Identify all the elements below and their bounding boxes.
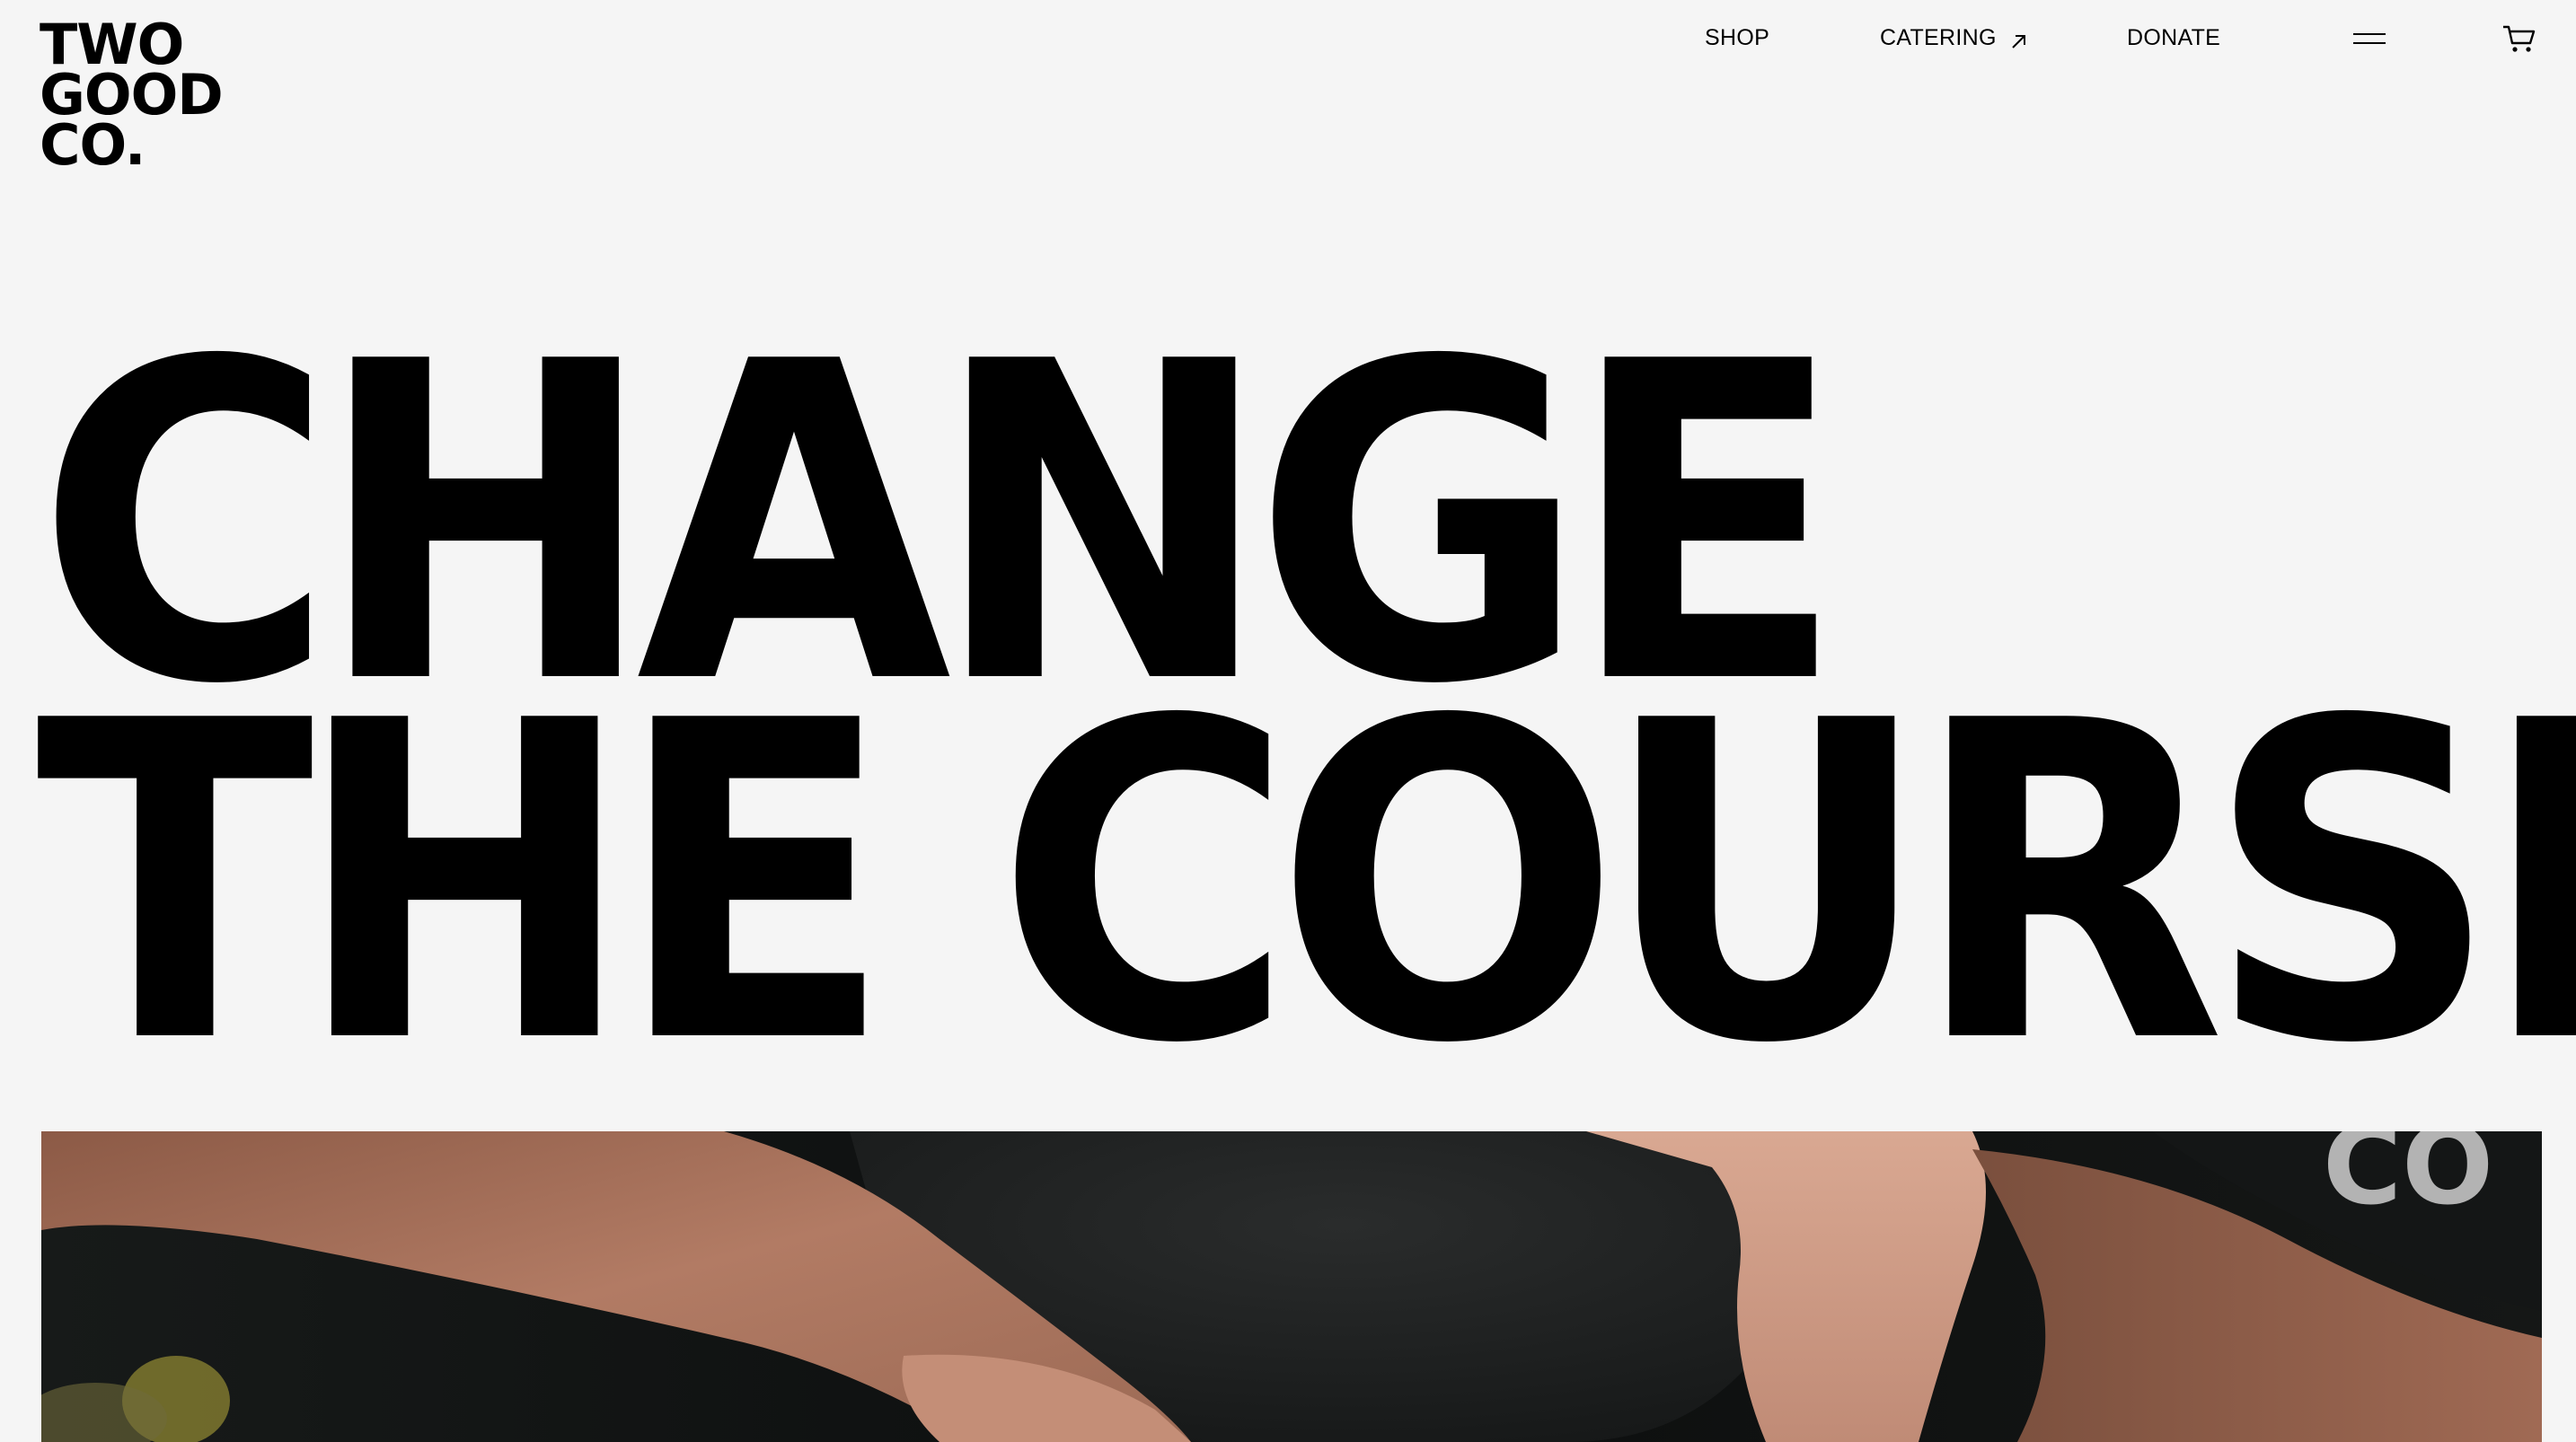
headline-line-2: THE COURSE	[36, 629, 2576, 1139]
cart-icon[interactable]	[2501, 22, 2537, 54]
nav-catering-label: CATERING	[1880, 25, 1997, 50]
arrow-up-right-icon	[2010, 27, 2028, 49]
hamburger-menu-icon[interactable]	[2351, 26, 2387, 51]
top-nav: SHOP CATERING DONATE	[1671, 22, 2551, 54]
hero-headline: CHANGE THE COURSE	[36, 306, 2576, 1139]
logo-line-3: CO.	[40, 112, 146, 178]
svg-text:CO: CO	[2323, 1131, 2493, 1229]
hero-video[interactable]: CO	[41, 1131, 2542, 1442]
hero-image: CO	[41, 1131, 2542, 1442]
nav-donate-link[interactable]: DONATE	[2127, 22, 2220, 54]
nav-catering-link[interactable]: CATERING	[1880, 22, 2028, 54]
page: TWO GOOD CO. SHOP CATERING DONATE CHANGE…	[0, 0, 2576, 1442]
nav-shop-link[interactable]: SHOP	[1705, 22, 1769, 54]
logo[interactable]: TWO GOOD CO.	[40, 17, 246, 178]
